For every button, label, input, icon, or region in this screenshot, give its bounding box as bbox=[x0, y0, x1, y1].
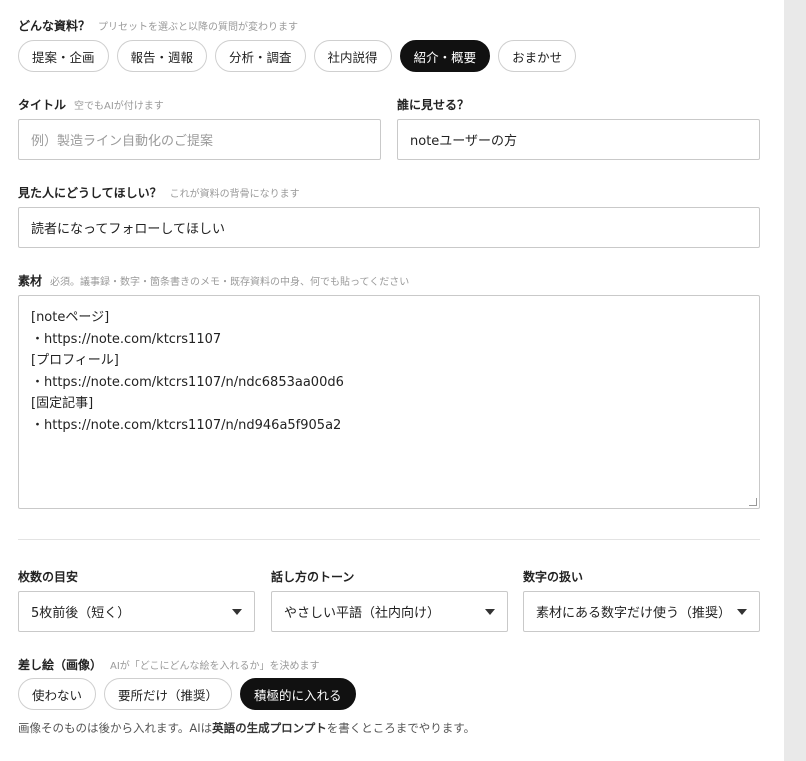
audience-input[interactable]: noteユーザーの方 bbox=[397, 119, 760, 160]
tone-select[interactable]: やさしい平語（社内向け） bbox=[271, 591, 508, 632]
material-label-row: 素材 必須。議事録・数字・箇条書きのメモ・既存資料の中身、何でも貼ってください bbox=[18, 272, 409, 289]
tone-label: 話し方のトーン bbox=[271, 570, 355, 584]
illustration-hint: AIが「どこにどんな絵を入れるか」を決めます bbox=[110, 661, 320, 672]
doc-type-chips: 提案・企画 報告・週報 分析・調査 社内説得 紹介・概要 おまかせ bbox=[18, 40, 577, 72]
chip-persuasion[interactable]: 社内説得 bbox=[313, 40, 392, 72]
title-label-row: タイトル 空でもAIが付けます bbox=[18, 96, 164, 113]
material-line: ・https://note.com/ktcrs1107 bbox=[31, 331, 222, 347]
chevron-down-icon bbox=[737, 608, 747, 615]
illustration-label-row: 差し絵（画像） AIが「どこにどんな絵を入れるか」を決めます bbox=[18, 656, 320, 673]
material-line: [プロフィール] bbox=[31, 353, 119, 369]
illustration-chips: 使わない 要所だけ（推奨） 積極的に入れる bbox=[18, 678, 356, 710]
material-hint: 必須。議事録・数字・箇条書きのメモ・既存資料の中身、何でも貼ってください bbox=[50, 277, 410, 288]
slide-count-label: 枚数の目安 bbox=[18, 570, 79, 584]
doc-type-label-row: どんな資料？ プリセットを選ぶと以降の質問が変わります bbox=[18, 17, 298, 34]
material-line: ・https://note.com/ktcrs1107/n/ndc6853aa0… bbox=[31, 374, 344, 390]
goal-label-row: 見た人にどうしてほしい？ これが資料の背骨になります bbox=[18, 184, 300, 201]
illustration-note-part2: を書くところまでやります。 bbox=[326, 721, 476, 735]
audience-label-row: 誰に見せる？ bbox=[397, 96, 469, 113]
chip-auto[interactable]: おまかせ bbox=[498, 40, 577, 72]
illustration-label: 差し絵（画像） bbox=[18, 658, 103, 672]
doc-type-label: どんな資料？ bbox=[18, 19, 91, 33]
chip-proposal[interactable]: 提案・企画 bbox=[18, 40, 109, 72]
section-divider bbox=[18, 539, 760, 540]
goal-label: 見た人にどうしてほしい？ bbox=[18, 186, 162, 200]
goal-input[interactable]: 読者になってフォローしてほしい bbox=[18, 207, 760, 248]
chip-no-images[interactable]: 使わない bbox=[18, 678, 97, 710]
numbers-label: 数字の扱い bbox=[523, 570, 584, 584]
chip-key-points-only[interactable]: 要所だけ（推奨） bbox=[104, 678, 233, 710]
illustration-note-bold: 英語の生成プロンプト bbox=[212, 721, 327, 735]
material-textarea[interactable]: [noteページ] ・https://note.com/ktcrs1107 [プ… bbox=[18, 295, 760, 509]
chip-actively-add[interactable]: 積極的に入れる bbox=[240, 678, 356, 710]
chip-analysis[interactable]: 分析・調査 bbox=[215, 40, 306, 72]
material-label: 素材 bbox=[18, 274, 43, 288]
chip-introduction[interactable]: 紹介・概要 bbox=[399, 40, 491, 72]
slide-count-select[interactable]: 5枚前後（短く） bbox=[18, 591, 255, 632]
resize-handle-icon[interactable] bbox=[749, 498, 757, 506]
doc-type-hint: プリセットを選ぶと以降の質問が変わります bbox=[98, 22, 299, 33]
chevron-down-icon bbox=[232, 608, 242, 615]
title-label: タイトル bbox=[18, 98, 67, 112]
numbers-select[interactable]: 素材にある数字だけ使う（推奨） bbox=[523, 591, 760, 632]
title-hint: 空でもAIが付けます bbox=[74, 101, 164, 112]
slide-count-value: 5枚前後（短く） bbox=[31, 606, 131, 621]
chevron-down-icon bbox=[485, 608, 495, 615]
scrollbar-track[interactable] bbox=[784, 0, 806, 761]
numbers-value: 素材にある数字だけ使う（推奨） bbox=[536, 606, 732, 621]
goal-hint: これが資料の背骨になります bbox=[169, 189, 300, 200]
title-input[interactable]: 例）製造ライン自動化のご提案 bbox=[18, 119, 381, 160]
material-line: [固定記事] bbox=[31, 396, 94, 412]
material-line: ・https://note.com/ktcrs1107/n/nd946a5f90… bbox=[31, 417, 342, 433]
illustration-note-part1: 画像そのものは後から入れます。AIは bbox=[18, 721, 213, 735]
material-line: [noteページ] bbox=[31, 310, 110, 325]
tone-value: やさしい平語（社内向け） bbox=[284, 606, 441, 621]
audience-label: 誰に見せる？ bbox=[397, 98, 470, 112]
illustration-note: 画像そのものは後から入れます。AIは英語の生成プロンプトを書くところまでやります… bbox=[18, 720, 475, 736]
chip-report[interactable]: 報告・週報 bbox=[116, 40, 208, 72]
